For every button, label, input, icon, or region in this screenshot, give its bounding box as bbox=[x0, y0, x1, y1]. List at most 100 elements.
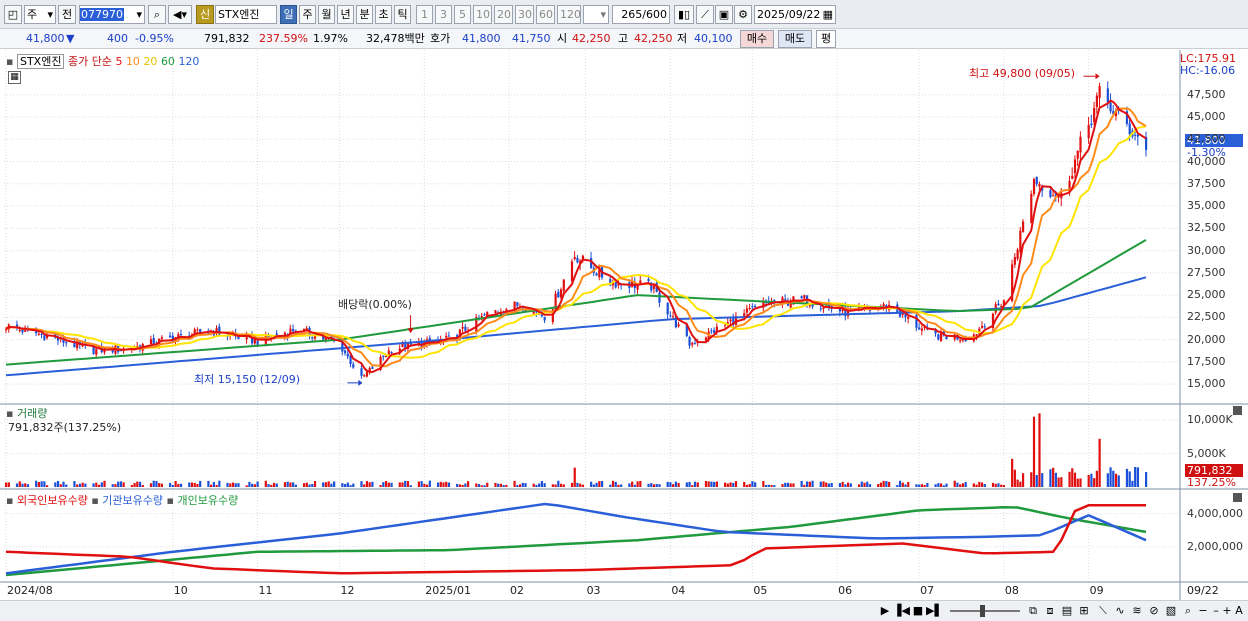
interval-week[interactable]: 주 bbox=[299, 5, 316, 24]
volume-bar bbox=[327, 481, 330, 487]
speaker-icon[interactable]: ◀▾ bbox=[168, 5, 192, 24]
price-tick-label: 25,000 bbox=[1187, 288, 1226, 302]
sell-button[interactable]: 매도 bbox=[778, 30, 812, 48]
price-name-tag[interactable]: STX엔진 bbox=[16, 54, 65, 69]
scroll-right-icon[interactable]: ▶ bbox=[878, 602, 892, 619]
period-select[interactable]: 주 ▾ bbox=[24, 5, 56, 24]
line-tool-icon[interactable]: ⟍ bbox=[1096, 602, 1110, 619]
scroll-start-icon[interactable]: ▐◀ bbox=[893, 602, 910, 619]
minute-option[interactable]: 3 bbox=[435, 5, 452, 24]
ruler-icon[interactable]: ⊘ bbox=[1147, 602, 1161, 619]
search-icon[interactable]: ⌕ bbox=[148, 5, 166, 24]
candle-body bbox=[1019, 230, 1022, 252]
volume-panel-close-icon[interactable] bbox=[1233, 406, 1242, 415]
volume-bar bbox=[5, 482, 8, 487]
volume-bar bbox=[439, 481, 442, 487]
search-icon[interactable]: ⌕ bbox=[1181, 602, 1195, 619]
copy-icon[interactable]: ⧈ bbox=[1043, 602, 1057, 619]
volume-bar bbox=[215, 484, 218, 487]
volume-bar bbox=[959, 484, 962, 487]
volume-bar bbox=[726, 483, 729, 487]
layout-icon[interactable]: ◰ bbox=[4, 5, 22, 24]
volume-bar bbox=[920, 484, 924, 487]
candle-body bbox=[343, 350, 347, 354]
font-size-icon[interactable]: A bbox=[1233, 602, 1245, 619]
minute-option[interactable]: 120 bbox=[557, 5, 581, 24]
volume-bar bbox=[149, 483, 153, 487]
minute-option[interactable]: 60 bbox=[536, 5, 555, 24]
table-icon[interactable]: ▦ bbox=[8, 71, 21, 84]
candle-count-field[interactable]: 265/600 bbox=[612, 5, 670, 24]
custom-interval-select[interactable]: ▾ bbox=[583, 5, 609, 24]
volume-bar bbox=[382, 482, 385, 487]
candle-body bbox=[691, 342, 694, 345]
prev-button[interactable]: 전 bbox=[58, 5, 76, 24]
volume-bar bbox=[65, 484, 68, 487]
volume-bar bbox=[1109, 467, 1112, 487]
volume-bar bbox=[748, 484, 751, 487]
candle-body bbox=[1098, 86, 1101, 98]
save-icon[interactable]: ▣ bbox=[715, 5, 733, 24]
zoom-slider[interactable] bbox=[950, 610, 1020, 612]
candle-body bbox=[677, 324, 680, 327]
gear-icon[interactable]: ⚙ bbox=[734, 5, 752, 24]
ask-price: 41,800 bbox=[462, 32, 501, 45]
scroll-end-icon[interactable]: ▶▌ bbox=[926, 602, 943, 619]
trend-tool-icon[interactable]: ∿ bbox=[1113, 602, 1127, 619]
volume-bar bbox=[781, 484, 784, 487]
volume-bar bbox=[78, 483, 82, 487]
volume-bar bbox=[497, 483, 500, 487]
volume-bar bbox=[1136, 467, 1139, 487]
volume-bar bbox=[896, 484, 899, 487]
fibo-tool-icon[interactable]: ≋ bbox=[1130, 602, 1144, 619]
volume-bar bbox=[696, 482, 699, 487]
low-annotation: 최저 15,150 (12/09) bbox=[194, 373, 301, 386]
volume-bar bbox=[43, 481, 46, 487]
holdings-panel-close-icon[interactable] bbox=[1233, 493, 1242, 502]
interval-second[interactable]: 초 bbox=[375, 5, 392, 24]
volume-bar bbox=[130, 484, 133, 487]
dividend-annotation: 배당락(0.00%) bbox=[338, 298, 412, 311]
candle-body bbox=[723, 324, 727, 326]
volume-bar bbox=[341, 483, 344, 487]
minute-option[interactable]: 20 bbox=[494, 5, 513, 24]
layout-grid-icon[interactable]: ▤ bbox=[1060, 602, 1074, 619]
interval-year[interactable]: 년 bbox=[337, 5, 354, 24]
volume-bar bbox=[1013, 469, 1016, 487]
zoom-in-icon[interactable]: + bbox=[1221, 602, 1233, 619]
minute-option[interactable]: 5 bbox=[454, 5, 471, 24]
volume-bar bbox=[767, 484, 770, 487]
crosshair-icon[interactable]: ⊞ bbox=[1077, 602, 1091, 619]
open-label: 시 bbox=[557, 32, 568, 45]
minute-option[interactable]: 1 bbox=[416, 5, 433, 24]
volume-bar bbox=[483, 485, 486, 487]
interval-day[interactable]: 일 bbox=[280, 5, 297, 24]
minute-option[interactable]: 10 bbox=[473, 5, 492, 24]
interval-month[interactable]: 월 bbox=[318, 5, 335, 24]
volume-bar bbox=[15, 483, 19, 487]
compare-icon[interactable]: ⧉ bbox=[1026, 602, 1040, 619]
buy-button[interactable]: 매수 bbox=[740, 30, 774, 48]
stop-icon[interactable]: ■ bbox=[911, 602, 925, 619]
volume-bar bbox=[447, 482, 451, 487]
volume-current-pct: 137.25% bbox=[1187, 476, 1236, 489]
minute-option[interactable]: 30 bbox=[515, 5, 534, 24]
candle-style-icon[interactable]: ▮▯ bbox=[674, 5, 694, 24]
stock-code-input[interactable]: 077970 ▾ bbox=[79, 5, 145, 24]
date-picker[interactable]: 2025/09/22 ▦ bbox=[754, 5, 836, 24]
volume-bar bbox=[1060, 477, 1063, 487]
interval-minute[interactable]: 분 bbox=[356, 5, 373, 24]
eval-button[interactable]: 평 bbox=[816, 30, 836, 48]
zoom-slider-handle[interactable] bbox=[980, 605, 985, 617]
candle-body bbox=[920, 328, 924, 331]
volume-bar bbox=[1049, 469, 1052, 487]
draw-tool-icon[interactable]: ⟋ bbox=[696, 5, 714, 24]
candle-body bbox=[494, 310, 497, 313]
image-icon[interactable]: ▧ bbox=[1164, 602, 1178, 619]
stock-chart[interactable] bbox=[0, 50, 1248, 600]
volume-bar bbox=[207, 480, 210, 487]
interval-tick[interactable]: 틱 bbox=[394, 5, 411, 24]
zoom-out-icon[interactable]: − bbox=[1197, 602, 1209, 619]
candle-body bbox=[647, 278, 650, 281]
volume-bar bbox=[518, 484, 522, 487]
